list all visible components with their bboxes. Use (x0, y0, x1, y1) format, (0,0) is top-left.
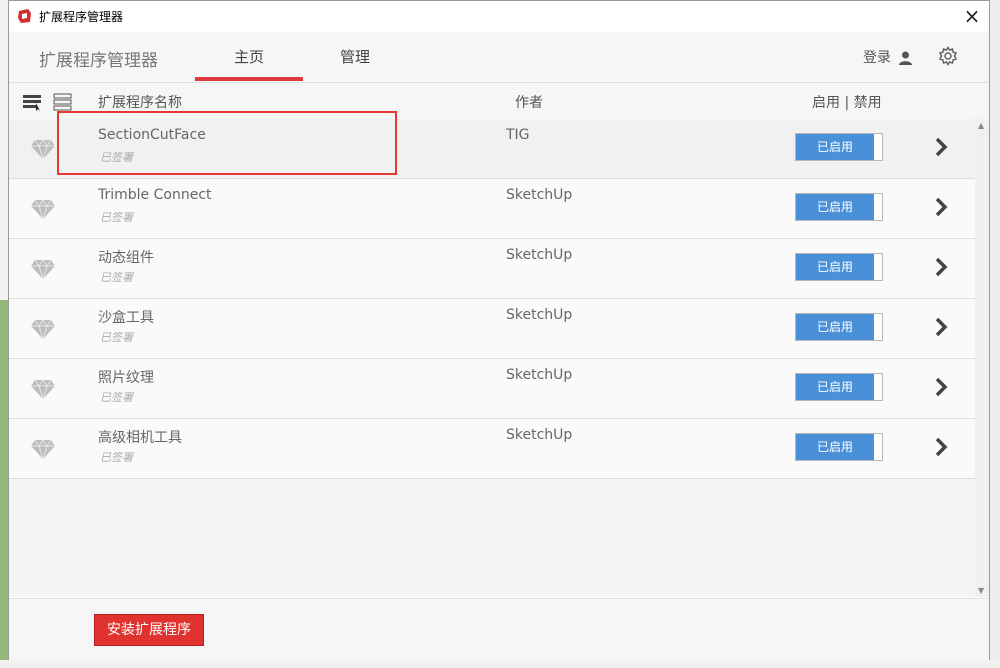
ruby-gem-icon (31, 319, 55, 339)
signed-status: 已签署 (100, 151, 133, 164)
login-button[interactable]: 登录 (863, 47, 913, 67)
extension-author: SketchUp (506, 367, 573, 383)
toggle-label: 已启用 (796, 434, 874, 460)
column-status-header: 启用 | 禁用 (812, 95, 882, 111)
scroll-up-arrow-icon[interactable]: ▲ (978, 121, 984, 130)
ruby-gem-icon (31, 199, 55, 219)
column-header: 扩展程序名称 作者 启用 | 禁用 (9, 83, 989, 120)
signed-status: 已签署 (100, 451, 133, 464)
toggle-label: 已启用 (796, 314, 874, 340)
chevron-right-icon[interactable] (933, 436, 949, 458)
extension-row[interactable]: 照片纹理 已签署 SketchUp 已启用 (9, 359, 975, 419)
toggle-label: 已启用 (796, 134, 874, 160)
compact-list-view-icon[interactable] (53, 93, 73, 111)
sketchup-logo-icon (18, 9, 31, 23)
toggle-label: 已启用 (796, 194, 874, 220)
extension-name: 照片纹理 (98, 370, 154, 386)
tab-manage[interactable]: 管理 (309, 46, 401, 67)
extension-author: SketchUp (506, 247, 573, 263)
background-desktop-right (989, 0, 1000, 668)
chevron-right-icon[interactable] (933, 376, 949, 398)
footer-bar: 安装扩展程序 (9, 598, 989, 661)
chevron-right-icon[interactable] (933, 256, 949, 278)
gear-icon[interactable] (938, 46, 958, 66)
vertical-scrollbar[interactable]: ▲ ▼ (975, 119, 989, 597)
enable-toggle[interactable]: 已启用 (795, 253, 883, 281)
extension-list: SectionCutFace 已签署 TIG 已启用 Trimble Conne… (9, 119, 975, 597)
close-button[interactable]: × (955, 1, 989, 32)
chevron-right-icon[interactable] (933, 316, 949, 338)
signed-status: 已签署 (100, 211, 133, 224)
extension-name: SectionCutFace (98, 127, 206, 143)
login-label: 登录 (863, 50, 891, 66)
extension-author: SketchUp (506, 187, 573, 203)
background-desktop-bottom (0, 660, 1000, 668)
extension-manager-window: 扩展程序管理器 × 扩展程序管理器 主页 管理 登录 扩展程序名称 作者 启用 … (8, 0, 990, 661)
extension-row[interactable]: 动态组件 已签署 SketchUp 已启用 (9, 239, 975, 299)
signed-status: 已签署 (100, 271, 133, 284)
column-author-header: 作者 (515, 95, 543, 111)
enable-toggle[interactable]: 已启用 (795, 313, 883, 341)
signed-status: 已签署 (100, 391, 133, 404)
extension-author: TIG (506, 127, 530, 143)
user-icon (899, 51, 913, 65)
header-bar: 扩展程序管理器 主页 管理 登录 (9, 32, 989, 83)
extension-author: SketchUp (506, 427, 573, 443)
app-title: 扩展程序管理器 (39, 51, 158, 71)
toggle-label: 已启用 (796, 374, 874, 400)
active-tab-indicator (195, 77, 303, 81)
window-title: 扩展程序管理器 (39, 10, 124, 24)
install-extension-button[interactable]: 安装扩展程序 (94, 614, 204, 646)
enable-toggle[interactable]: 已启用 (795, 433, 883, 461)
extension-row[interactable]: Trimble Connect 已签署 SketchUp 已启用 (9, 179, 975, 239)
enable-toggle[interactable]: 已启用 (795, 193, 883, 221)
detailed-list-view-icon[interactable] (23, 93, 43, 111)
extension-name: 高级相机工具 (98, 430, 182, 446)
extension-row[interactable]: 沙盒工具 已签署 SketchUp 已启用 (9, 299, 975, 359)
ruby-gem-icon (31, 139, 55, 159)
title-bar: 扩展程序管理器 × (9, 1, 989, 32)
scroll-down-arrow-icon[interactable]: ▼ (978, 586, 984, 595)
ruby-gem-icon (31, 379, 55, 399)
ruby-gem-icon (31, 259, 55, 279)
extension-row[interactable]: SectionCutFace 已签署 TIG 已启用 (9, 119, 975, 179)
extension-name: Trimble Connect (98, 187, 212, 203)
enable-toggle[interactable]: 已启用 (795, 133, 883, 161)
ruby-gem-icon (31, 439, 55, 459)
extension-author: SketchUp (506, 307, 573, 323)
tab-home[interactable]: 主页 (195, 46, 303, 67)
signed-status: 已签署 (100, 331, 133, 344)
toggle-label: 已启用 (796, 254, 874, 280)
column-name-header: 扩展程序名称 (98, 95, 182, 111)
chevron-right-icon[interactable] (933, 136, 949, 158)
extension-name: 沙盒工具 (98, 310, 154, 326)
extension-name: 动态组件 (98, 250, 154, 266)
enable-toggle[interactable]: 已启用 (795, 373, 883, 401)
chevron-right-icon[interactable] (933, 196, 949, 218)
extension-row[interactable]: 高级相机工具 已签署 SketchUp 已启用 (9, 419, 975, 479)
